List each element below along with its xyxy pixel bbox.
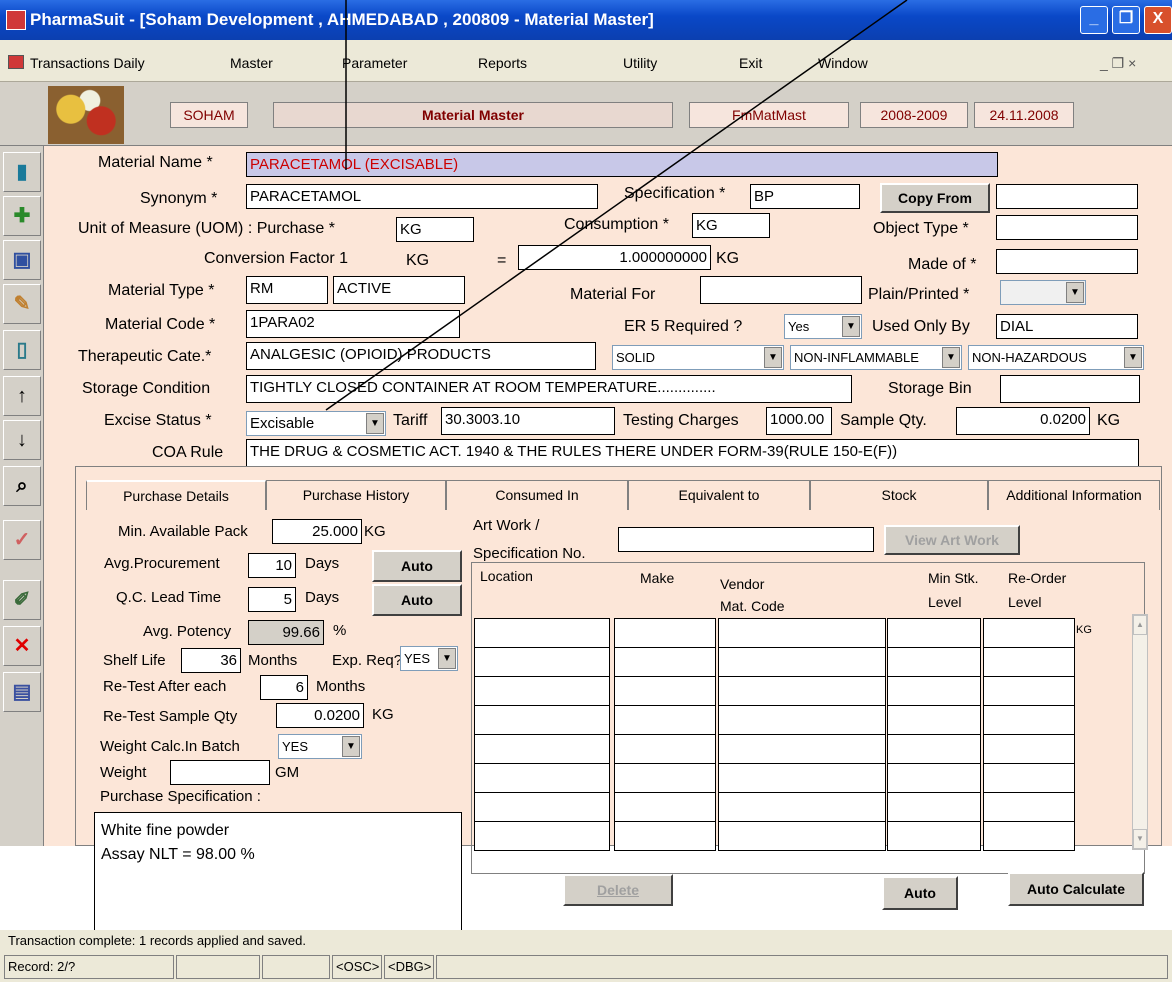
status-box-2 (176, 955, 260, 979)
status-box-3 (262, 955, 330, 979)
dbg-indicator: <DBG> (384, 955, 434, 979)
status-message: Transaction complete: 1 records applied … (8, 933, 306, 948)
status-box-6 (436, 955, 1168, 979)
osc-indicator: <OSC> (332, 955, 382, 979)
record-indicator: Record: 2/? (4, 955, 174, 979)
tab-purchase-details[interactable]: Purchase Details (86, 480, 266, 510)
